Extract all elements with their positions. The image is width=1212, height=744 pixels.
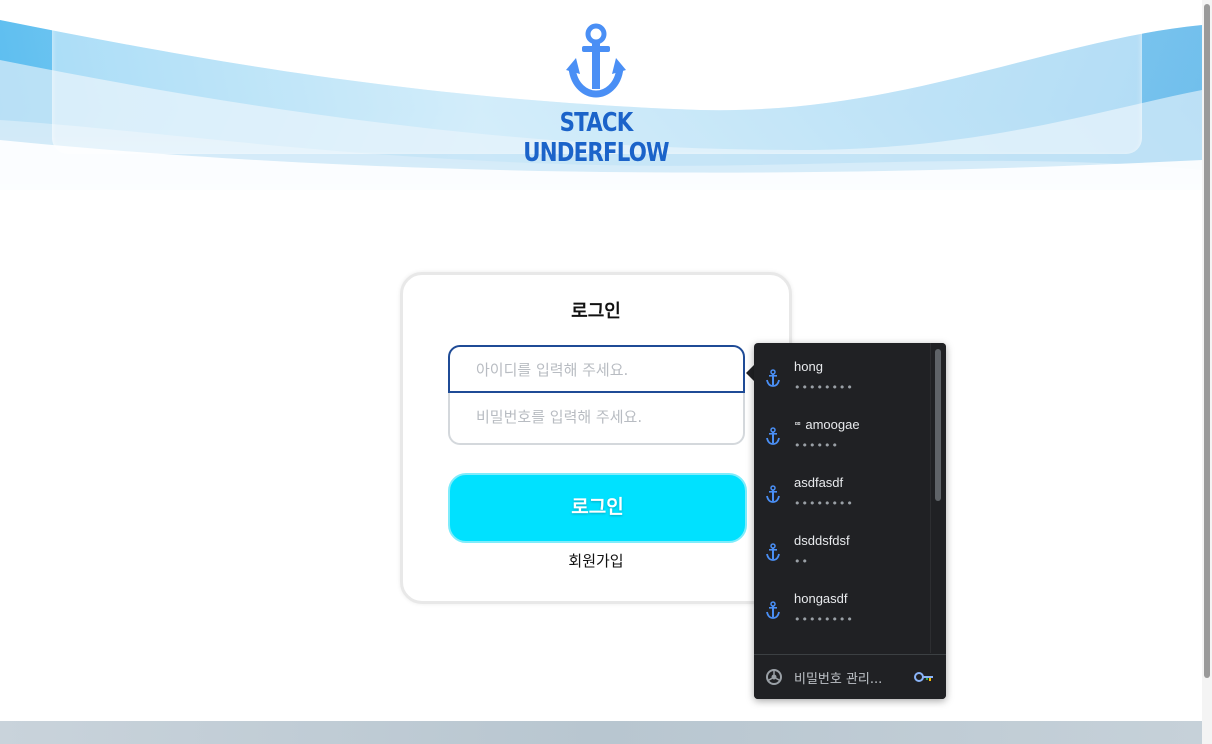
saved-username: ᄈ amoogae xyxy=(794,417,860,432)
saved-login-item[interactable]: asdfasdf •••••••• xyxy=(754,461,930,519)
anchor-logo-icon xyxy=(566,23,626,98)
saved-login-item[interactable]: ᄈ amoogae •••••• xyxy=(754,403,930,461)
login-button[interactable]: 로그인 xyxy=(448,473,747,543)
masked-password: •• xyxy=(794,555,809,568)
username-prefix: ᄈ xyxy=(794,421,802,431)
anchor-icon xyxy=(766,543,780,561)
chrome-icon xyxy=(766,669,782,685)
saved-password-list: hong •••••••• ᄈ amoogae •••••• asdfasdf •… xyxy=(754,343,930,653)
saved-username: hongasdf xyxy=(794,591,848,606)
login-card: 로그인 아이디를 입력해 주세요. 비밀번호를 입력해 주세요. 로그인 회원가… xyxy=(400,272,792,604)
saved-username: asdfasdf xyxy=(794,475,844,490)
masked-password: •••••••• xyxy=(794,613,854,626)
password-input[interactable]: 비밀번호를 입력해 주세요. xyxy=(448,393,745,445)
id-input[interactable]: 아이디를 입력해 주세요. xyxy=(448,345,745,393)
header-banner: STACK UNDERFLOW xyxy=(0,0,1202,200)
saved-login-item[interactable]: hongasdf •••••••• xyxy=(754,577,930,635)
site-logo-text[interactable]: STACK UNDERFLOW xyxy=(514,108,678,168)
dropdown-scrollbar-thumb[interactable] xyxy=(935,349,941,501)
manage-passwords-label: 비밀번호 관리... xyxy=(794,672,883,687)
anchor-icon xyxy=(766,369,780,387)
username-text: amoogae xyxy=(805,417,860,432)
masked-password: •••••••• xyxy=(794,497,854,510)
anchor-icon xyxy=(766,601,780,619)
saved-login-item[interactable]: dsddsfdsf •• xyxy=(754,519,930,577)
page-scrollbar-thumb[interactable] xyxy=(1204,4,1210,678)
masked-password: •••••• xyxy=(794,439,839,452)
key-icon xyxy=(914,672,933,682)
anchor-icon xyxy=(766,485,780,503)
saved-username: hong xyxy=(794,359,823,374)
saved-password-dropdown: hong •••••••• ᄈ amoogae •••••• asdfasdf •… xyxy=(754,343,946,699)
signup-link[interactable]: 회원가입 xyxy=(403,550,789,571)
saved-login-item[interactable]: hong •••••••• xyxy=(754,345,930,403)
footer-bar xyxy=(0,721,1202,744)
masked-password: •••••••• xyxy=(794,381,854,394)
manage-passwords-row[interactable]: 비밀번호 관리... xyxy=(754,654,946,699)
saved-username: dsddsfdsf xyxy=(794,533,850,548)
dropdown-pointer xyxy=(746,365,754,381)
login-title: 로그인 xyxy=(571,301,621,322)
anchor-icon xyxy=(766,427,780,445)
